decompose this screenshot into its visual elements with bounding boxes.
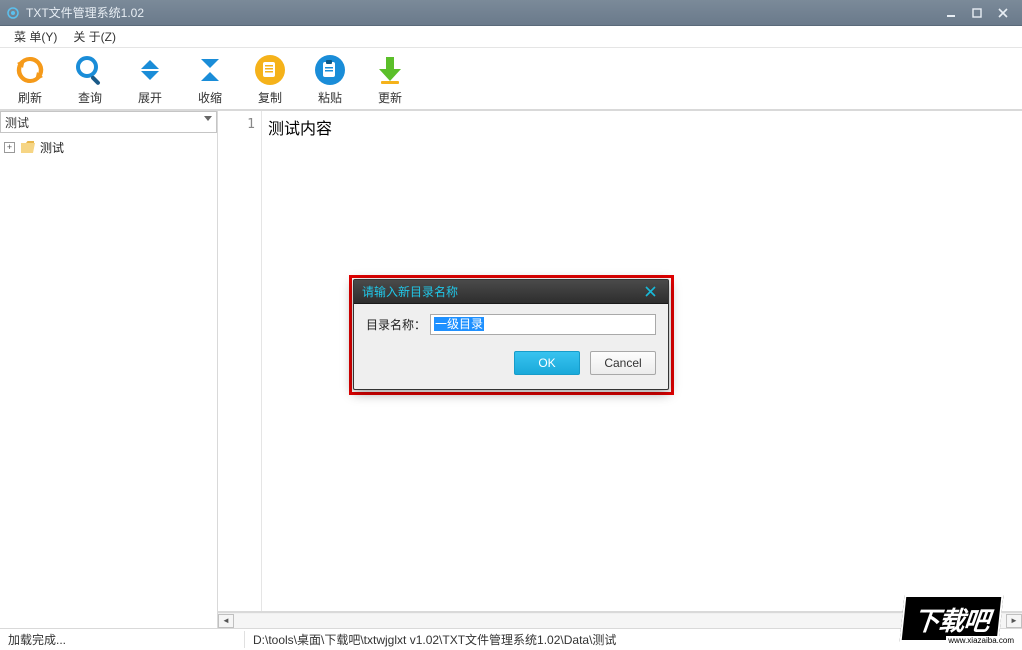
paste-icon <box>312 52 348 88</box>
dialog-title-text: 请输入新目录名称 <box>362 283 640 300</box>
refresh-label: 刷新 <box>18 89 42 106</box>
search-button[interactable]: 查询 <box>68 50 112 108</box>
close-button[interactable] <box>990 4 1016 22</box>
copy-label: 复制 <box>258 89 282 106</box>
titlebar: TXT文件管理系统1.02 <box>0 0 1022 26</box>
toolbar: 刷新 查询 展开 收缩 复制 粘贴 更新 <box>0 48 1022 110</box>
new-folder-dialog: 请输入新目录名称 目录名称： 一级目录 OK Cancel <box>353 279 669 390</box>
scroll-left-icon[interactable]: ◄ <box>218 614 234 628</box>
status-left: 加载完成... <box>0 631 245 648</box>
folder-tree[interactable]: + 测试 <box>0 133 217 628</box>
update-label: 更新 <box>378 89 402 106</box>
folder-combo-value: 测试 <box>5 114 29 131</box>
folder-icon <box>20 140 36 154</box>
collapse-button[interactable]: 收缩 <box>188 50 232 108</box>
tree-node-label: 测试 <box>38 139 66 156</box>
dialog-buttons: OK Cancel <box>366 351 656 375</box>
dialog-close-button[interactable] <box>640 283 660 301</box>
watermark: 下载吧 www.xiazaiba.com <box>882 592 1022 644</box>
form-row: 目录名称： 一级目录 <box>366 314 656 335</box>
paste-label: 粘贴 <box>318 89 342 106</box>
chevron-down-icon <box>204 116 212 121</box>
menu-about[interactable]: 关 于(Z) <box>65 26 124 47</box>
copy-icon <box>252 52 288 88</box>
line-number: 1 <box>218 117 255 132</box>
tree-node[interactable]: + 测试 <box>4 137 213 157</box>
refresh-button[interactable]: 刷新 <box>8 50 52 108</box>
expand-label: 展开 <box>138 89 162 106</box>
refresh-icon <box>12 52 48 88</box>
menu-main[interactable]: 菜 单(Y) <box>6 26 65 47</box>
dialog-titlebar[interactable]: 请输入新目录名称 <box>354 280 668 304</box>
menubar: 菜 单(Y) 关 于(Z) <box>0 26 1022 48</box>
update-icon <box>372 52 408 88</box>
statusbar: 加载完成... D:\tools\桌面\下载吧\txtwjglxt v1.02\… <box>0 628 1022 650</box>
ok-button[interactable]: OK <box>514 351 580 375</box>
line-gutter: 1 <box>218 111 262 611</box>
app-icon <box>6 6 20 20</box>
sidebar: 测试 + 测试 <box>0 111 218 628</box>
tree-expander-icon[interactable]: + <box>4 142 15 153</box>
search-icon <box>72 52 108 88</box>
window-controls <box>938 4 1016 22</box>
dialog-body: 目录名称： 一级目录 OK Cancel <box>354 304 668 389</box>
cancel-button[interactable]: Cancel <box>590 351 656 375</box>
folder-name-value: 一级目录 <box>434 317 484 331</box>
folder-name-input[interactable]: 一级目录 <box>430 314 656 335</box>
update-button[interactable]: 更新 <box>368 50 412 108</box>
expand-icon <box>132 52 168 88</box>
folder-combo[interactable]: 测试 <box>0 111 217 133</box>
editor-line: 测试内容 <box>268 115 1016 139</box>
paste-button[interactable]: 粘贴 <box>308 50 352 108</box>
collapse-icon <box>192 52 228 88</box>
folder-name-label: 目录名称： <box>366 316 426 333</box>
watermark-text: 下载吧 <box>900 595 1004 642</box>
window-title: TXT文件管理系统1.02 <box>26 4 938 21</box>
collapse-label: 收缩 <box>198 89 222 106</box>
search-label: 查询 <box>78 89 102 106</box>
minimize-button[interactable] <box>938 4 964 22</box>
copy-button[interactable]: 复制 <box>248 50 292 108</box>
expand-button[interactable]: 展开 <box>128 50 172 108</box>
maximize-button[interactable] <box>964 4 990 22</box>
watermark-url: www.xiazaiba.com <box>946 636 1016 645</box>
